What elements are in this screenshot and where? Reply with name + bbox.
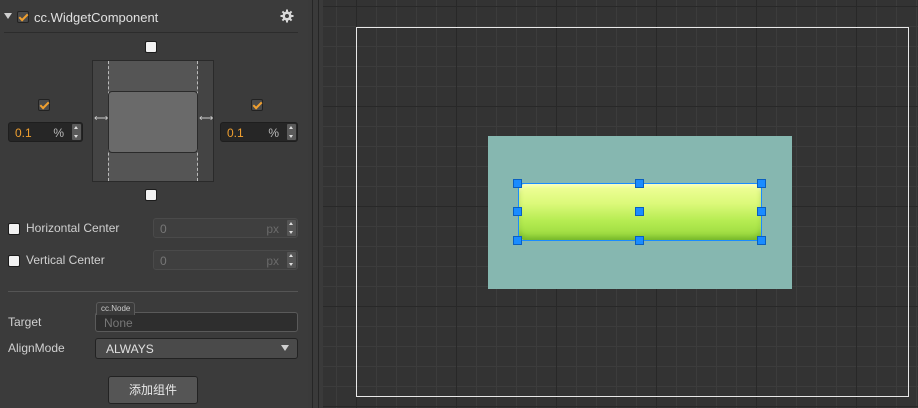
- target-value: None: [104, 316, 133, 330]
- target-label: Target: [8, 315, 42, 329]
- left-margin-value: 0.1: [15, 126, 32, 140]
- resize-handle-top-right[interactable]: [757, 179, 766, 188]
- align-mode-value: ALWAYS: [106, 342, 154, 356]
- align-mode-select[interactable]: ALWAYS: [95, 338, 298, 359]
- widget-alignment-diagram: [92, 60, 214, 182]
- vertical-center-label: Vertical Center: [26, 253, 105, 267]
- resize-handle-top-left[interactable]: [513, 179, 522, 188]
- left-arrow-icon: ⟷: [94, 113, 109, 124]
- vertical-center-checkbox[interactable]: [8, 255, 20, 267]
- component-enabled-checkbox[interactable]: [17, 11, 29, 23]
- right-margin-value: 0.1: [227, 126, 244, 140]
- left-margin-field[interactable]: 0.1 %: [8, 122, 83, 142]
- resize-handle-bottom-right[interactable]: [757, 236, 766, 245]
- scene-view[interactable]: [323, 0, 918, 408]
- left-margin-stepper[interactable]: [72, 124, 81, 140]
- top-align-checkbox[interactable]: [145, 41, 157, 53]
- section-divider: [8, 291, 298, 292]
- panel-splitter[interactable]: [308, 0, 323, 408]
- vertical-center-stepper[interactable]: [287, 252, 296, 268]
- add-component-label: 添加组件: [128, 383, 177, 397]
- left-align-checkbox[interactable]: [38, 99, 50, 111]
- right-margin-unit: %: [268, 126, 279, 140]
- anchor-point-handle[interactable]: [635, 207, 644, 216]
- target-field[interactable]: None: [95, 312, 298, 332]
- chevron-down-icon: [281, 345, 289, 351]
- resize-handle-bottom-left[interactable]: [513, 236, 522, 245]
- vertical-center-unit: px: [266, 254, 279, 268]
- resize-handle-left[interactable]: [513, 207, 522, 216]
- right-margin-stepper[interactable]: [287, 124, 296, 140]
- inspector-panel: cc.WidgetComponent ⟷ ⟷ 0.1 % 0.1 % Horiz…: [0, 0, 308, 408]
- horizontal-center-stepper[interactable]: [287, 220, 296, 236]
- horizontal-center-unit: px: [266, 222, 279, 236]
- resize-handle-top[interactable]: [635, 179, 644, 188]
- vertical-center-value: 0: [160, 254, 167, 268]
- component-title: cc.WidgetComponent: [34, 10, 159, 25]
- horizontal-center-value: 0: [160, 222, 167, 236]
- left-margin-unit: %: [53, 126, 64, 140]
- vertical-center-field[interactable]: 0 px: [153, 250, 298, 270]
- collapse-icon[interactable]: [4, 13, 12, 19]
- target-type-tag: cc.Node: [96, 302, 136, 315]
- right-margin-field[interactable]: 0.1 %: [220, 122, 298, 142]
- header-divider: [4, 32, 298, 33]
- resize-handle-right[interactable]: [757, 207, 766, 216]
- right-align-checkbox[interactable]: [251, 99, 263, 111]
- bottom-align-checkbox[interactable]: [145, 189, 157, 201]
- add-component-button[interactable]: 添加组件: [108, 376, 198, 404]
- right-arrow-icon: ⟷: [199, 113, 214, 124]
- diagram-node-box: [108, 91, 198, 153]
- horizontal-center-label: Horizontal Center: [26, 221, 120, 235]
- resize-handle-bottom[interactable]: [635, 236, 644, 245]
- align-mode-label: AlignMode: [8, 341, 65, 355]
- gear-icon[interactable]: [280, 9, 294, 23]
- horizontal-center-field[interactable]: 0 px: [153, 218, 298, 238]
- horizontal-center-checkbox[interactable]: [8, 223, 20, 235]
